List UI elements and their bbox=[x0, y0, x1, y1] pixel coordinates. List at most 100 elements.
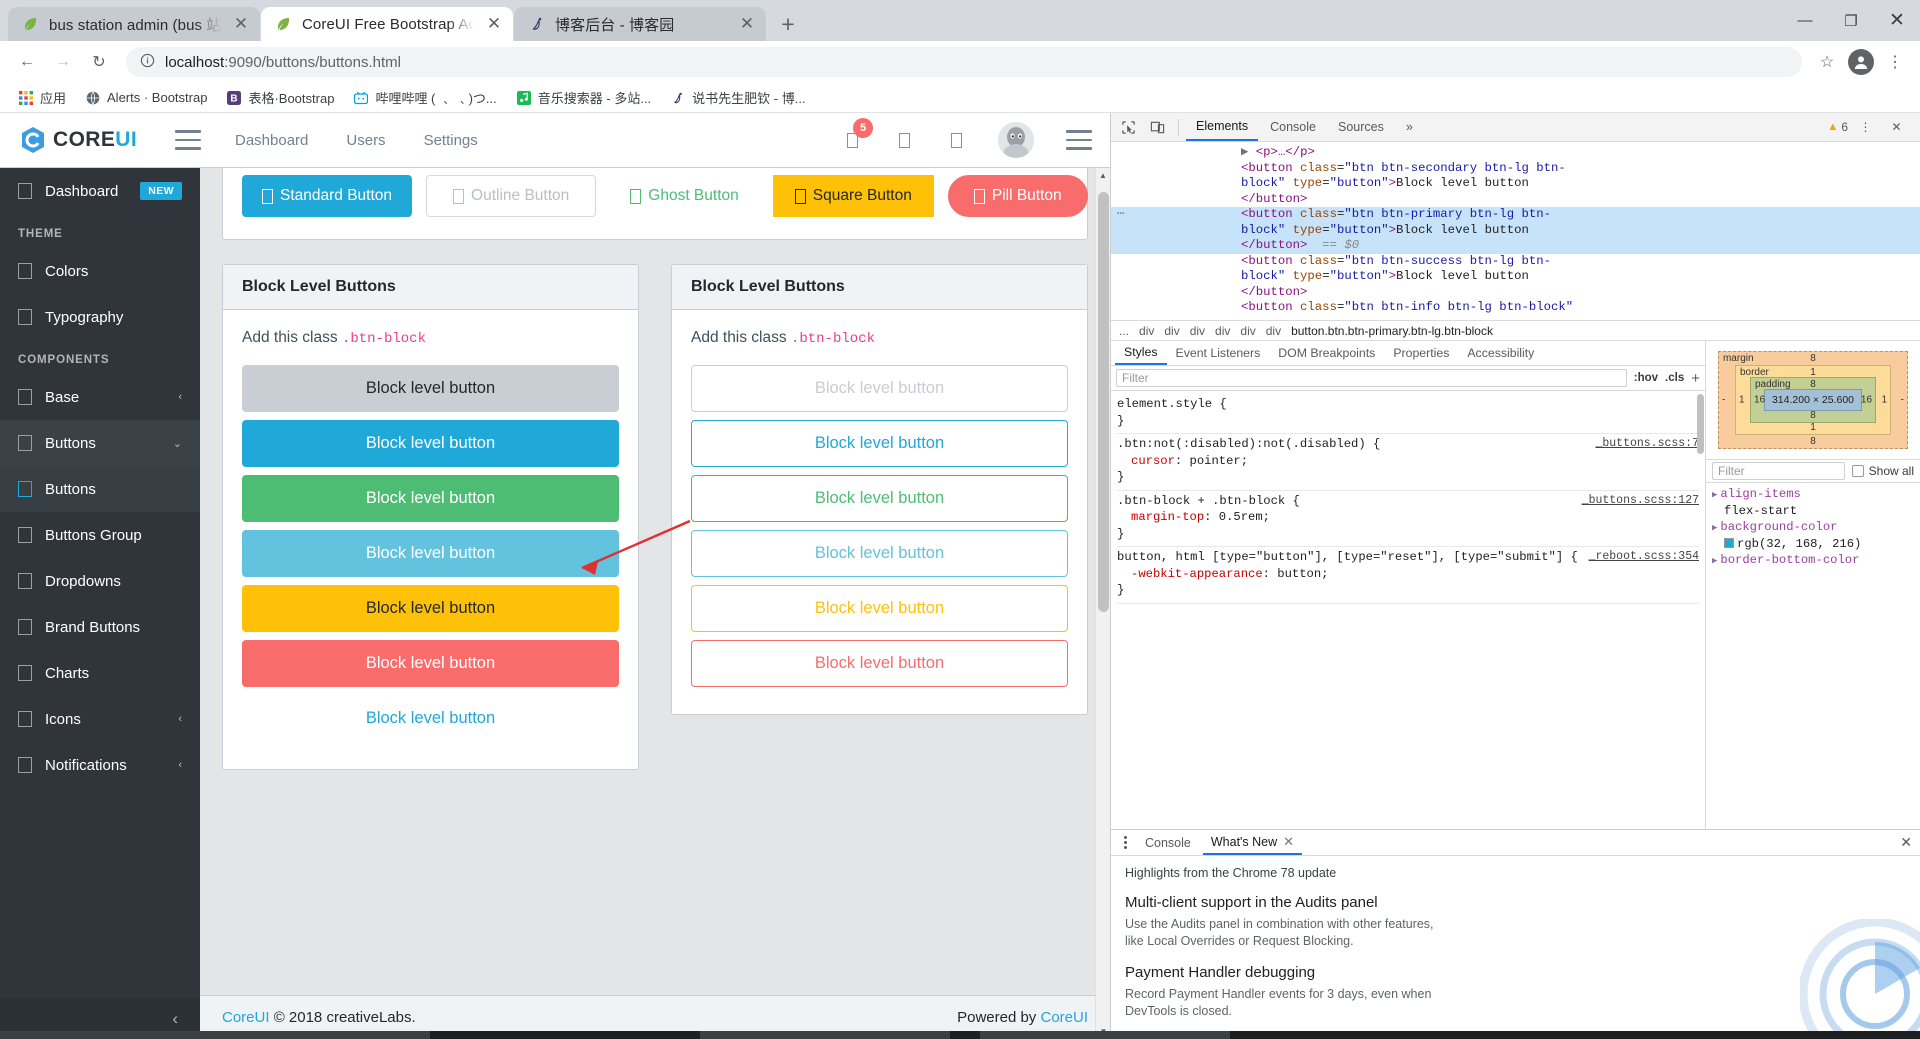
border-bottom-value[interactable]: 1 bbox=[1810, 422, 1816, 433]
close-window-button[interactable]: ✕ bbox=[1874, 0, 1920, 41]
sidebar-toggle-icon[interactable] bbox=[175, 130, 201, 150]
close-tab-icon[interactable]: ✕ bbox=[1283, 834, 1294, 850]
dom-line-open-tag-3[interactable]: <button class="btn btn-info btn-lg btn-b… bbox=[1111, 300, 1920, 316]
outline-button[interactable]: Outline Button bbox=[426, 175, 597, 217]
bookmark-table-bootstrap[interactable]: B 表格·Bootstrap bbox=[218, 85, 342, 110]
sidebar-item-buttons-group-toggle[interactable]: Buttons ⌄ bbox=[0, 420, 200, 466]
back-icon[interactable]: ← bbox=[10, 45, 44, 79]
square-button[interactable]: Square Button bbox=[772, 175, 934, 217]
close-icon[interactable]: ✕ bbox=[230, 13, 252, 35]
cls-toggle[interactable]: .cls bbox=[1665, 372, 1684, 384]
margin-right-value[interactable]: - bbox=[1901, 395, 1904, 406]
dom-line-open-tag-2[interactable]: <button class="btn btn-success btn-lg bt… bbox=[1111, 254, 1920, 270]
show-all-toggle[interactable]: Show all bbox=[1851, 464, 1914, 478]
sidebar-item-dropdowns[interactable]: Dropdowns bbox=[0, 558, 200, 604]
block-button-secondary[interactable]: Block level button bbox=[242, 365, 619, 412]
block-button-outline-danger[interactable]: Block level button bbox=[691, 640, 1068, 687]
rule-value[interactable]: : 0.5rem; bbox=[1204, 510, 1270, 524]
rule-prop[interactable]: cursor bbox=[1117, 454, 1175, 468]
block-button-outline-warning[interactable]: Block level button bbox=[691, 585, 1068, 632]
block-button-outline-secondary[interactable]: Block level button bbox=[691, 365, 1068, 412]
nav-users[interactable]: Users bbox=[346, 132, 385, 149]
new-tab-button[interactable]: + bbox=[771, 7, 805, 41]
breadcrumb-div-3[interactable]: div bbox=[1190, 324, 1205, 338]
sidebar-item-icons[interactable]: Icons ‹ bbox=[0, 696, 200, 742]
dom-line-collapsed[interactable]: ▶ <p>…</p> bbox=[1111, 145, 1920, 161]
sidebar-item-brand-buttons[interactable]: Brand Buttons bbox=[0, 604, 200, 650]
margin-top-value[interactable]: 8 bbox=[1810, 353, 1816, 364]
sidebar-item-typography[interactable]: Typography bbox=[0, 294, 200, 340]
rule-prop[interactable]: margin-top bbox=[1117, 510, 1204, 524]
whats-new-item-1[interactable]: Payment Handler debugging Record Payment… bbox=[1125, 964, 1906, 1020]
sidebar-item-buttons[interactable]: Buttons bbox=[0, 466, 200, 512]
bookmark-bilibili[interactable]: 哔哩哔哩 ( ﹑ ﹑)つ... bbox=[345, 85, 504, 110]
reload-icon[interactable]: ↻ bbox=[82, 45, 116, 79]
css-rule-button-reboot[interactable]: _reboot.scss:354 button, html [type="butt… bbox=[1117, 547, 1699, 604]
dom-line-selected-open[interactable]: ⋯ <button class="btn btn-primary btn-lg b… bbox=[1111, 207, 1920, 223]
block-button-outline-primary[interactable]: Block level button bbox=[691, 420, 1068, 467]
breadcrumb-div-6[interactable]: div bbox=[1266, 324, 1281, 338]
pill-button[interactable]: Pill Button bbox=[947, 175, 1088, 217]
dom-line-cont[interactable]: block" type="button">Block level button bbox=[1111, 176, 1920, 192]
block-button-primary[interactable]: Block level button bbox=[242, 420, 619, 467]
devtools-close-icon[interactable]: ✕ bbox=[1883, 115, 1910, 140]
styles-tab-event-listeners[interactable]: Event Listeners bbox=[1167, 341, 1270, 365]
browser-menu-icon[interactable]: ⋮ bbox=[1880, 47, 1910, 77]
whats-new-item-0[interactable]: Multi-client support in the Audits panel… bbox=[1125, 894, 1906, 950]
block-button-success[interactable]: Block level button bbox=[242, 475, 619, 522]
dom-line-selected-cont[interactable]: block" type="button">Block level button bbox=[1111, 222, 1920, 238]
footer-coreui-link-2[interactable]: CoreUI bbox=[1040, 1009, 1088, 1026]
checkbox-icon[interactable] bbox=[1851, 465, 1864, 477]
sidebar-item-notifications[interactable]: Notifications ‹ bbox=[0, 742, 200, 788]
new-style-rule-button[interactable]: + bbox=[1691, 370, 1700, 387]
block-button-warning[interactable]: Block level button bbox=[242, 585, 619, 632]
user-avatar[interactable] bbox=[998, 122, 1034, 158]
forward-icon[interactable]: → bbox=[46, 45, 80, 79]
hov-toggle[interactable]: :hov bbox=[1634, 372, 1658, 384]
css-rules-list[interactable]: element.style { } _buttons.scss:7 .btn:no… bbox=[1111, 391, 1705, 829]
sidebar-item-colors[interactable]: Colors bbox=[0, 248, 200, 294]
rule-source[interactable]: _reboot.scss:354 bbox=[1589, 549, 1699, 566]
breadcrumb-ellipsis[interactable]: ... bbox=[1119, 324, 1129, 338]
styles-tab-accessibility[interactable]: Accessibility bbox=[1458, 341, 1543, 365]
styles-scrollbar-thumb[interactable] bbox=[1697, 394, 1704, 454]
box-model-content-size[interactable]: 314.200 × 25.600 bbox=[1763, 389, 1863, 411]
color-swatch[interactable] bbox=[1724, 538, 1734, 548]
scrollbar-thumb[interactable] bbox=[1098, 192, 1109, 612]
border-left-value[interactable]: 1 bbox=[1739, 395, 1745, 406]
browser-tab-0[interactable]: bus station admin (bus 站点信 ✕ bbox=[8, 7, 260, 41]
nav-dashboard[interactable]: Dashboard bbox=[235, 132, 308, 149]
ghost-button[interactable]: Ghost Button bbox=[610, 175, 758, 217]
computed-row-align-items[interactable]: ▶ align-items bbox=[1712, 486, 1914, 503]
margin-bottom-value[interactable]: 8 bbox=[1810, 436, 1816, 447]
breadcrumb-div-1[interactable]: div bbox=[1139, 324, 1154, 338]
minimize-button[interactable]: — bbox=[1782, 0, 1828, 41]
block-button-danger[interactable]: Block level button bbox=[242, 640, 619, 687]
computed-row-border-bottom-color[interactable]: ▶ border-bottom-color bbox=[1712, 552, 1914, 569]
drawer-close-icon[interactable]: ✕ bbox=[1900, 834, 1920, 851]
browser-tab-1[interactable]: CoreUI Free Bootstrap Admin ✕ bbox=[261, 7, 513, 41]
profile-avatar-icon[interactable] bbox=[1848, 49, 1874, 75]
computed-row-background-color[interactable]: ▶ background-color bbox=[1712, 519, 1914, 536]
browser-tab-2[interactable]: 博客后台 - 博客园 ✕ bbox=[514, 7, 766, 41]
chevron-right-icon[interactable]: ▶ bbox=[1712, 556, 1717, 566]
padding-bottom-value[interactable]: 8 bbox=[1810, 410, 1816, 421]
warning-count-badge[interactable]: ▲ 6 bbox=[1827, 120, 1848, 134]
padding-top-value[interactable]: 8 bbox=[1810, 379, 1816, 390]
breadcrumb-button[interactable]: button.btn.btn-primary.btn-lg.btn-block bbox=[1291, 324, 1493, 338]
css-rule-element-style[interactable]: element.style { } bbox=[1117, 394, 1699, 434]
inspect-cursor-icon[interactable] bbox=[1115, 115, 1142, 140]
location-icon[interactable] bbox=[946, 129, 966, 151]
devtools-settings-kebab-icon[interactable]: ⋮ bbox=[1852, 115, 1879, 140]
sidebar-item-charts[interactable]: Charts bbox=[0, 650, 200, 696]
page-scrollbar[interactable]: ▲ ▼ bbox=[1095, 168, 1110, 1039]
dom-line-cont-2[interactable]: block" type="button">Block level button bbox=[1111, 269, 1920, 285]
bell-icon[interactable]: 5 bbox=[842, 118, 873, 151]
devtools-tab-elements[interactable]: Elements bbox=[1186, 113, 1259, 141]
margin-left-value[interactable]: - bbox=[1722, 395, 1725, 406]
scroll-up-arrow[interactable]: ▲ bbox=[1096, 168, 1110, 183]
drawer-tab-console[interactable]: Console bbox=[1137, 830, 1199, 855]
css-rule-btn-not-disabled[interactable]: _buttons.scss:7 .btn:not(:disabled):not(.… bbox=[1117, 434, 1699, 491]
devtools-tab-console[interactable]: Console bbox=[1260, 113, 1326, 141]
maximize-button[interactable]: ❐ bbox=[1828, 0, 1874, 41]
